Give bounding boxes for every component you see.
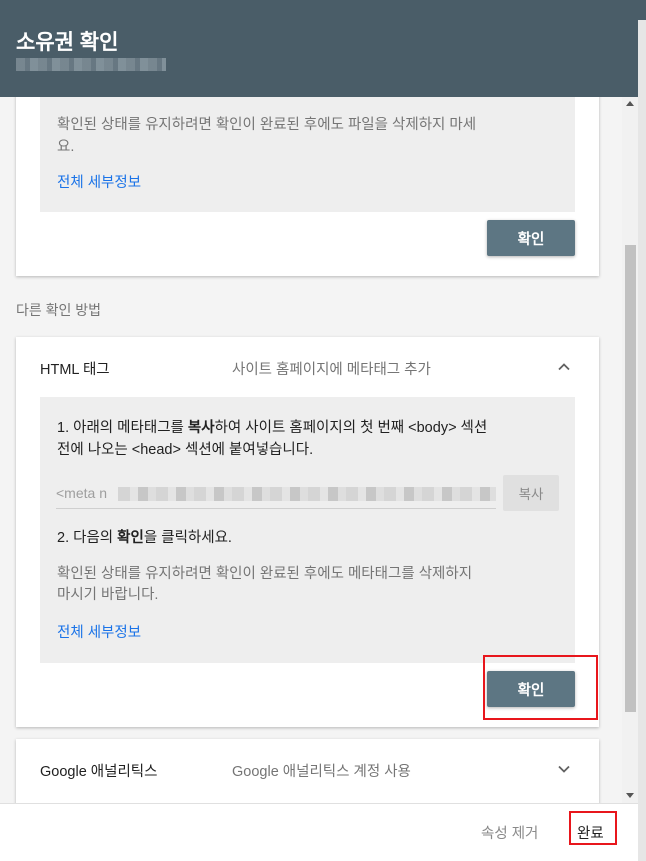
chevron-down-icon[interactable] xyxy=(557,762,571,776)
chevron-up-icon[interactable] xyxy=(557,360,571,374)
file-keep-note-line2: 요. xyxy=(57,139,75,155)
meta-keep-note-line1: 확인된 상태를 유지하려면 확인이 완료된 후에도 메타태그를 삭제하지 xyxy=(57,566,473,582)
meta-tag-redacted xyxy=(118,487,496,501)
meta-tag-value: <meta n xyxy=(56,485,107,501)
done-button-highlight xyxy=(569,811,617,845)
window-edge xyxy=(638,0,646,861)
property-url-redacted xyxy=(16,58,166,71)
remove-property-button[interactable]: 속성 제거 xyxy=(481,822,538,843)
scroll-up-arrow-icon[interactable] xyxy=(626,101,634,106)
scroll-down-arrow-icon[interactable] xyxy=(626,793,634,798)
html-tag-title[interactable]: HTML 태그 xyxy=(40,358,110,379)
file-keep-note-line1: 확인된 상태를 유지하려면 확인이 완료된 후에도 파일을 삭제하지 마세 xyxy=(57,117,477,133)
copy-button[interactable]: 복사 xyxy=(503,475,559,511)
meta-keep-note-line2: 마시기 바랍니다. xyxy=(57,587,159,603)
file-method-card: 확인된 상태를 유지하려면 확인이 완료된 후에도 파일을 삭제하지 마세 요.… xyxy=(16,90,599,276)
step1-text-bold: 복사 xyxy=(187,420,215,436)
file-method-instructions: 확인된 상태를 유지하려면 확인이 완료된 후에도 파일을 삭제하지 마세 요.… xyxy=(40,90,575,212)
meta-tag-field[interactable]: <meta n xyxy=(56,477,496,509)
analytics-card[interactable]: Google 애널리틱스 Google 애널리틱스 계정 사용 xyxy=(16,739,599,809)
file-details-link[interactable]: 전체 세부정보 xyxy=(57,171,141,192)
step2-text-bold: 확인 xyxy=(117,530,144,546)
step1-line1: 1. 아래의 메타태그를 복사하여 사이트 홈페이지의 첫 번째 <body> … xyxy=(57,417,572,439)
scrollbar-thumb[interactable] xyxy=(625,245,636,712)
analytics-title[interactable]: Google 애널리틱스 xyxy=(40,760,158,781)
file-verify-button[interactable]: 확인 xyxy=(487,220,575,256)
dialog-header: 소유권 확인 xyxy=(0,0,638,97)
other-methods-label: 다른 확인 방법 xyxy=(16,302,102,318)
step2-text-pre: 2. 다음의 xyxy=(57,530,118,546)
step2-line: 2. 다음의 확인을 클릭하세요. xyxy=(57,527,232,549)
step2-text-post: 을 클릭하세요. xyxy=(143,530,232,546)
html-tag-instructions: 1. 아래의 메타태그를 복사하여 사이트 홈페이지의 첫 번째 <body> … xyxy=(40,397,575,663)
html-tag-description: 사이트 홈페이지에 메타태그 추가 xyxy=(232,362,431,378)
dialog-footer: 속성 제거 완료 xyxy=(0,803,638,861)
analytics-description: Google 애널리틱스 계정 사용 xyxy=(232,764,411,780)
verify-button-highlight xyxy=(483,655,598,720)
step1-text-post: 하여 사이트 홈페이지의 첫 번째 <body> 섹션 xyxy=(214,420,488,436)
step1-line2: 전에 나오는 <head> 섹션에 붙여넣습니다. xyxy=(57,442,314,458)
dialog-title: 소유권 확인 xyxy=(16,31,119,54)
html-tag-details-link[interactable]: 전체 세부정보 xyxy=(57,621,141,642)
window-edge-top xyxy=(638,0,646,20)
step1-text-pre: 1. 아래의 메타태그를 xyxy=(57,420,188,436)
